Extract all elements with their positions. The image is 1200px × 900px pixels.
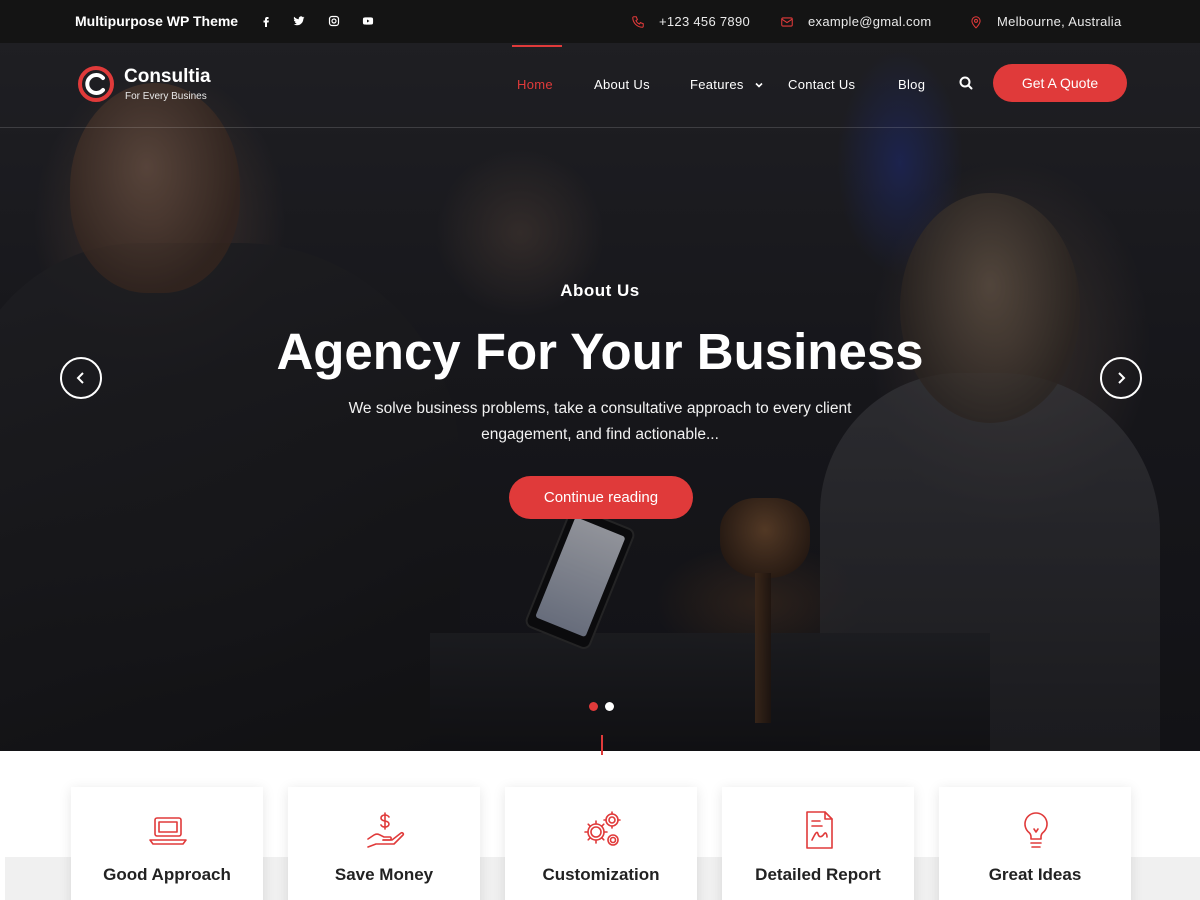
feature-card-detailed-report[interactable]: Detailed Report bbox=[722, 787, 914, 900]
hero-eyebrow: About Us bbox=[560, 281, 640, 300]
feature-title: Customization bbox=[542, 865, 660, 884]
phone-contact[interactable]: +123 456 7890 bbox=[631, 14, 750, 29]
youtube-icon[interactable] bbox=[361, 14, 375, 28]
mail-icon bbox=[781, 16, 793, 27]
header-divider bbox=[0, 127, 1200, 128]
top-bar-tagline: Multipurpose WP Theme bbox=[75, 13, 239, 29]
nav-features[interactable]: Features bbox=[690, 77, 744, 92]
laptop-icon bbox=[147, 809, 189, 851]
feature-title: Great Ideas bbox=[988, 865, 1082, 884]
search-icon[interactable] bbox=[958, 75, 974, 91]
twitter-icon[interactable] bbox=[292, 14, 306, 28]
feature-title: Good Approach bbox=[103, 865, 231, 884]
chevron-left-icon bbox=[76, 372, 84, 384]
map-pin-icon bbox=[971, 15, 981, 29]
facebook-icon[interactable] bbox=[259, 14, 273, 28]
feature-title: Save Money bbox=[334, 865, 434, 884]
report-icon bbox=[798, 809, 840, 851]
feature-card-good-approach[interactable]: Good Approach bbox=[71, 787, 263, 900]
slider-next-button[interactable] bbox=[1100, 357, 1142, 399]
gears-icon bbox=[581, 809, 623, 851]
nav-home[interactable]: Home bbox=[517, 77, 553, 92]
feature-card-great-ideas[interactable]: Great Ideas bbox=[939, 787, 1131, 900]
email-contact[interactable]: example@gmal.com bbox=[780, 14, 931, 29]
instagram-icon[interactable] bbox=[327, 14, 341, 28]
chevron-right-icon bbox=[1118, 372, 1126, 384]
location-contact: Melbourne, Australia bbox=[969, 14, 1122, 29]
phone-number: +123 456 7890 bbox=[659, 14, 751, 29]
lightbulb-icon bbox=[1015, 809, 1057, 851]
hero-description: We solve business problems, take a consu… bbox=[348, 400, 852, 443]
feature-card-save-money[interactable]: Save Money bbox=[288, 787, 480, 900]
email-address: example@gmal.com bbox=[808, 14, 932, 29]
consultia-logo-icon[interactable] bbox=[78, 66, 114, 102]
hero-title: Agency For Your Business bbox=[276, 323, 924, 380]
phone-icon bbox=[632, 15, 644, 28]
slider-prev-button[interactable] bbox=[60, 357, 102, 399]
nav-about-us[interactable]: About Us bbox=[594, 77, 650, 92]
feature-title: Detailed Report bbox=[755, 865, 881, 884]
slider-dot-2[interactable] bbox=[605, 702, 614, 711]
nav-contact-us[interactable]: Contact Us bbox=[788, 77, 855, 92]
top-bar: Multipurpose WP Theme +123 456 7890 exam… bbox=[0, 0, 1200, 43]
brand-name[interactable]: Consultia bbox=[124, 66, 211, 88]
chevron-down-icon[interactable] bbox=[754, 80, 764, 90]
brand-tagline: For Every Busines bbox=[125, 91, 207, 102]
money-hand-icon bbox=[364, 809, 406, 851]
slider-dot-1[interactable] bbox=[589, 702, 598, 711]
get-a-quote-button[interactable]: Get A Quote bbox=[993, 64, 1127, 102]
nav-active-indicator bbox=[512, 45, 562, 47]
location-text: Melbourne, Australia bbox=[997, 14, 1122, 29]
nav-blog[interactable]: Blog bbox=[898, 77, 925, 92]
continue-reading-button[interactable]: Continue reading bbox=[509, 476, 693, 519]
feature-card-customization[interactable]: Customization bbox=[505, 787, 697, 900]
section-marker bbox=[601, 735, 603, 755]
